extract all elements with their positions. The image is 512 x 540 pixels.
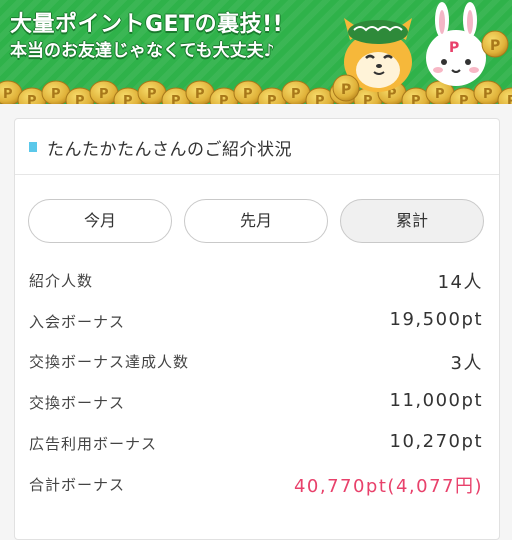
svg-text:P: P (341, 82, 351, 98)
coin-letter-icon: P (123, 94, 133, 104)
mascot-characters-illustration: P P P (332, 2, 509, 102)
coin-letter-icon: P (171, 94, 181, 104)
signup-bonus-label: 入会ボーナス (29, 313, 126, 331)
card-header: たんたかたんさんのご紹介状況 (15, 119, 499, 175)
svg-text:P: P (490, 38, 500, 54)
coin-letter-icon: P (219, 94, 229, 104)
ad-usage-bonus-label: 広告利用ボーナス (29, 435, 158, 453)
total-bonus-label: 合計ボーナス (29, 476, 126, 494)
coin-letter-icon: P (147, 87, 157, 102)
ad-usage-bonus-value: 10,270pt (389, 431, 483, 452)
banner-subheadline: 本当のお友達じゃなくても大丈夫♪ (10, 41, 275, 61)
coin-letter-icon: P (291, 87, 301, 102)
heading-marker-icon (29, 142, 37, 152)
tab-label: 先月 (239, 211, 272, 230)
referral-count-value: 14人 (437, 272, 483, 293)
exchange-bonus-achievers-label: 交換ボーナス達成人数 (29, 353, 190, 371)
card-title: たんたかたんさんのご紹介状況 (47, 140, 292, 160)
banner-headline: 大量ポイントGETの裏技!! (10, 12, 284, 37)
referral-count-label: 紹介人数 (29, 272, 94, 290)
svg-text:P: P (449, 40, 459, 56)
coin-letter-icon: P (99, 87, 109, 102)
coin-letter-icon: P (3, 87, 13, 102)
tab-last-month[interactable]: 先月 (184, 199, 328, 243)
coin-letter-icon: P (267, 94, 277, 104)
exchange-bonus-label: 交換ボーナス (29, 394, 126, 412)
promo-banner[interactable]: PPPPPPPPPPPPPPPPPPPPPP P P P 大量ポイントGETの裏… (0, 0, 512, 104)
coin-letter-icon: P (195, 87, 205, 102)
signup-bonus-value: 19,500pt (389, 309, 483, 330)
coin-letter-icon: P (51, 87, 61, 102)
coin-letter-icon: P (243, 87, 253, 102)
tab-label: 累計 (395, 211, 428, 230)
tab-label: 今月 (83, 211, 116, 230)
total-bonus-value: 40,770pt(4,077円) (293, 476, 483, 497)
coin-letter-icon: P (75, 94, 85, 104)
exchange-bonus-value: 11,000pt (389, 390, 483, 411)
exchange-bonus-achievers-value: 3人 (450, 353, 483, 374)
tab-this-month[interactable]: 今月 (28, 199, 172, 243)
referral-status-card: たんたかたんさんのご紹介状況 今月 先月 累計 紹介人数 14人 入会ボーナス … (14, 118, 500, 540)
coin-letter-icon: P (315, 94, 325, 104)
tab-cumulative[interactable]: 累計 (340, 199, 484, 243)
coin-letter-icon: P (27, 94, 37, 104)
